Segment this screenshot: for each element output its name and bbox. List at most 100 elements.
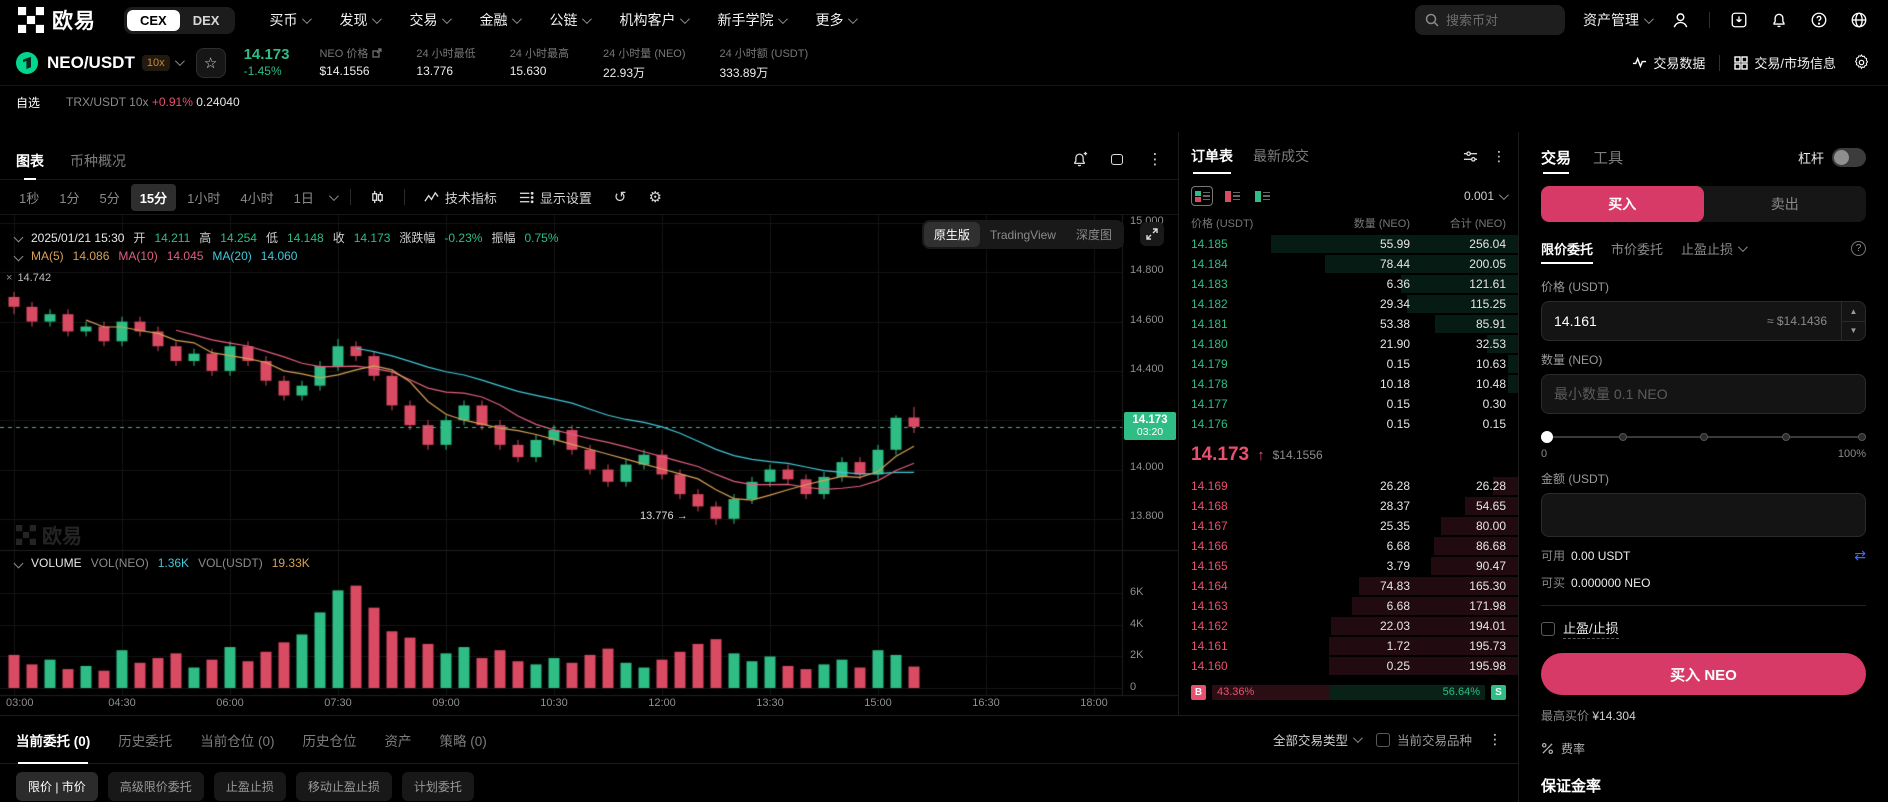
tab-recent-trades[interactable]: 最新成交: [1253, 132, 1309, 180]
order-subtype-移动止盈止损[interactable]: 移动止盈止损: [296, 772, 392, 801]
timeframe-5分[interactable]: 5分: [90, 184, 128, 211]
order-subtype-限价 | 市价[interactable]: 限价 | 市价: [16, 772, 98, 801]
collapse-chevron[interactable]: [14, 251, 24, 261]
buy-submit-button[interactable]: 买入 NEO: [1541, 653, 1866, 695]
timeframe-1小时[interactable]: 1小时: [178, 184, 229, 211]
ask-row[interactable]: 14.1790.1510.63: [1179, 354, 1518, 374]
help-icon[interactable]: ?: [1851, 241, 1866, 256]
display-settings-button[interactable]: 显示设置: [510, 188, 601, 207]
order-type-market[interactable]: 市价委托: [1611, 228, 1663, 268]
nav-item-交易[interactable]: 交易: [409, 10, 449, 30]
order-type-limit[interactable]: 限价委托: [1541, 228, 1593, 268]
notifications-bell-icon[interactable]: [1768, 9, 1790, 31]
slider-stop-100[interactable]: [1858, 433, 1866, 441]
indicators-button[interactable]: 技术指标: [415, 188, 506, 207]
slider-stop-25[interactable]: [1619, 433, 1627, 441]
layout-both-icon[interactable]: [1191, 186, 1213, 206]
bottom-tab-策略 (0)[interactable]: 策略 (0): [440, 716, 487, 764]
bottom-tab-历史委托[interactable]: 历史委托: [118, 716, 172, 764]
settings-gear-icon[interactable]: [1850, 52, 1872, 74]
help-icon[interactable]: [1808, 9, 1830, 31]
ask-row[interactable]: 14.1760.150.15: [1179, 414, 1518, 434]
ask-row[interactable]: 14.18555.99256.04: [1179, 234, 1518, 254]
mode-depth[interactable]: 深度图: [1066, 222, 1122, 247]
layout-asks-icon[interactable]: [1251, 186, 1273, 206]
tab-chart[interactable]: 图表: [16, 142, 44, 180]
order-subtype-止盈止损[interactable]: 止盈止损: [214, 772, 286, 801]
price-alert-marker[interactable]: × 14.742: [6, 272, 51, 284]
bid-row[interactable]: 14.16828.3754.65: [1179, 496, 1518, 516]
layout-bids-icon[interactable]: [1221, 186, 1243, 206]
dex-toggle[interactable]: DEX: [180, 10, 233, 31]
assets-menu[interactable]: 资产管理: [1583, 10, 1651, 30]
slider-knob[interactable]: [1541, 431, 1553, 443]
tab-tools[interactable]: 工具: [1593, 132, 1623, 182]
order-subtype-高级限价委托[interactable]: 高级限价委托: [108, 772, 204, 801]
ask-row[interactable]: 14.1770.150.30: [1179, 394, 1518, 414]
amount-input[interactable]: [1554, 386, 1853, 402]
nav-item-新手学院[interactable]: 新手学院: [717, 10, 785, 30]
nav-item-更多[interactable]: 更多: [815, 10, 855, 30]
last-price-axis-tag[interactable]: 14.173 03:20: [1124, 412, 1176, 440]
watchlist-label[interactable]: 自选: [16, 94, 40, 111]
popout-window-icon[interactable]: [1106, 148, 1128, 170]
cex-toggle[interactable]: CEX: [127, 10, 180, 31]
kebab-menu-icon[interactable]: ⋮: [1492, 148, 1506, 165]
bid-row[interactable]: 14.1611.72195.73: [1179, 636, 1518, 656]
tab-coin-overview[interactable]: 币种概况: [70, 142, 126, 180]
search-box[interactable]: [1415, 5, 1565, 35]
leverage-badge[interactable]: 10x: [142, 55, 170, 71]
bid-row[interactable]: 14.1636.68171.98: [1179, 596, 1518, 616]
close-icon[interactable]: ×: [6, 272, 12, 284]
nav-item-买币[interactable]: 买币: [269, 10, 309, 30]
nav-item-发现[interactable]: 发现: [339, 10, 379, 30]
order-subtype-计划委托[interactable]: 计划委托: [402, 772, 474, 801]
bottom-tab-当前委托 (0)[interactable]: 当前委托 (0): [16, 716, 90, 764]
ask-row[interactable]: 14.18478.44200.05: [1179, 254, 1518, 274]
search-input[interactable]: [1446, 13, 1546, 28]
current-instrument-checkbox[interactable]: [1376, 733, 1390, 747]
timeframe-1秒[interactable]: 1秒: [10, 184, 48, 211]
ask-row[interactable]: 14.18021.9032.53: [1179, 334, 1518, 354]
nav-item-公链[interactable]: 公链: [549, 10, 589, 30]
user-icon[interactable]: [1669, 9, 1691, 31]
external-link-icon[interactable]: [372, 48, 382, 58]
fullscreen-expand-icon[interactable]: [1140, 222, 1164, 246]
kebab-menu-icon[interactable]: ⋮: [1144, 148, 1166, 170]
collapse-chevron[interactable]: [14, 558, 24, 568]
timeframe-1日[interactable]: 1日: [285, 184, 323, 211]
bid-row[interactable]: 14.16474.83165.30: [1179, 576, 1518, 596]
trade-data-button[interactable]: 交易数据: [1632, 53, 1705, 72]
ask-row[interactable]: 14.18153.3885.91: [1179, 314, 1518, 334]
favorite-star-button[interactable]: ☆: [196, 48, 226, 78]
chart-settings-gear-icon[interactable]: ⚙: [639, 188, 670, 206]
swap-icon[interactable]: ⇄: [1854, 547, 1866, 564]
tab-trade[interactable]: 交易: [1541, 132, 1571, 182]
chevron-down-icon[interactable]: [175, 56, 185, 66]
mode-native[interactable]: 原生版: [924, 222, 980, 247]
ask-row[interactable]: 14.18229.34115.25: [1179, 294, 1518, 314]
bid-row[interactable]: 14.16222.03194.01: [1179, 616, 1518, 636]
download-app-icon[interactable]: [1728, 9, 1750, 31]
tpsl-checkbox[interactable]: [1541, 622, 1555, 636]
bottom-tab-资产[interactable]: 资产: [385, 716, 412, 764]
leverage-toggle[interactable]: [1832, 148, 1866, 167]
filter-sliders-icon[interactable]: [1463, 149, 1478, 164]
sell-tab[interactable]: 卖出: [1704, 186, 1867, 222]
candlestick-chart-canvas[interactable]: [0, 215, 1178, 715]
amount-slider[interactable]: [1541, 430, 1866, 444]
bid-row[interactable]: 14.1666.6886.68: [1179, 536, 1518, 556]
price-alert-icon[interactable]: [1068, 148, 1090, 170]
kebab-menu-icon[interactable]: ⋮: [1488, 731, 1502, 748]
candle-style-icon[interactable]: [361, 190, 394, 205]
bid-row[interactable]: 14.1600.25195.98: [1179, 656, 1518, 676]
bid-row[interactable]: 14.16926.2826.28: [1179, 476, 1518, 496]
nav-item-机构客户[interactable]: 机构客户: [619, 10, 687, 30]
stepper-down-icon[interactable]: ▼: [1842, 322, 1865, 341]
tab-orderbook[interactable]: 订单表: [1191, 132, 1233, 180]
pair-name[interactable]: NEO/USDT: [47, 53, 135, 73]
ask-row[interactable]: 14.17810.1810.48: [1179, 374, 1518, 394]
buy-tab[interactable]: 买入: [1541, 186, 1704, 222]
timeframe-15分[interactable]: 15分: [131, 184, 176, 211]
nav-item-金融[interactable]: 金融: [479, 10, 519, 30]
